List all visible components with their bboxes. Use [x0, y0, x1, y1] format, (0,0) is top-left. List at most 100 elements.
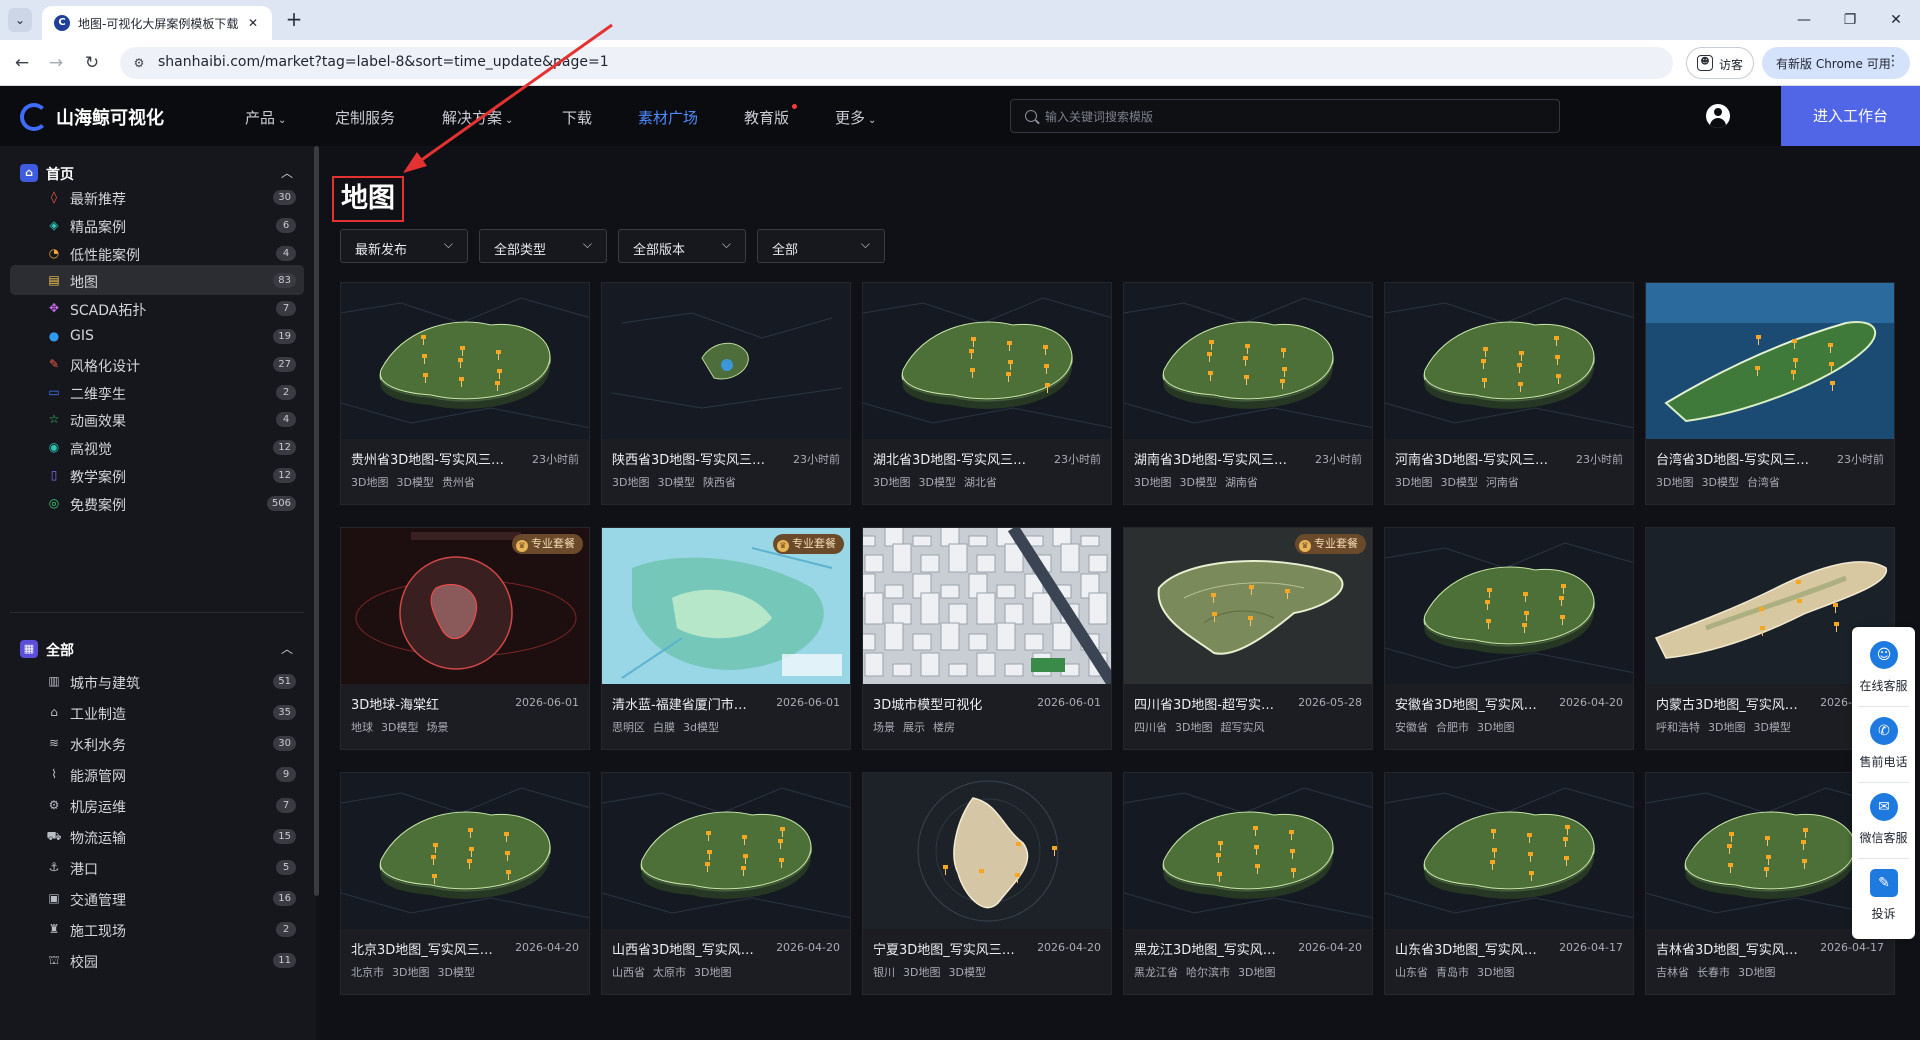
- sidebar-item[interactable]: ✎ 风格化设计 27: [10, 349, 304, 379]
- service-wechat[interactable]: ✉ 微信客服: [1852, 783, 1915, 859]
- filter-dropdown[interactable]: 全部类型 ⌵: [479, 229, 607, 263]
- tag[interactable]: 山西省: [612, 966, 645, 979]
- tag[interactable]: 3D模型: [1440, 476, 1477, 489]
- template-card[interactable]: 黑龙江3D地图_写实风… 2026-04-20 黑龙江省 哈尔滨市 3D地图: [1123, 772, 1373, 995]
- tag[interactable]: 思明区: [612, 721, 645, 734]
- template-card[interactable]: 3D城市模型可视化 2026-06-01 场景 展示 楼房: [862, 527, 1112, 750]
- tag[interactable]: 青岛市: [1436, 966, 1469, 979]
- sidebar-item[interactable]: ⌇ 能源管网 9: [10, 759, 304, 789]
- sidebar-item[interactable]: ⌂ 工业制造 35: [10, 697, 304, 727]
- card-title[interactable]: 河南省3D地图-写实风三维…: [1395, 449, 1560, 468]
- nav-education[interactable]: 教育版: [744, 107, 789, 128]
- tag[interactable]: 3D模型: [437, 966, 474, 979]
- tag[interactable]: 山东省: [1395, 966, 1428, 979]
- card-title[interactable]: 贵州省3D地图-写实风三维…: [351, 449, 516, 468]
- nav-more[interactable]: 更多 ⌄: [835, 107, 876, 128]
- template-card[interactable]: 宁夏3D地图_写实风三… 2026-04-20 银川 3D地图 3D模型: [862, 772, 1112, 995]
- template-thumbnail[interactable]: [1124, 283, 1372, 439]
- tag[interactable]: 3D模型: [918, 476, 955, 489]
- template-thumbnail[interactable]: [1385, 528, 1633, 684]
- sidebar-item[interactable]: ▯ 教学案例 12: [10, 460, 304, 490]
- search-input[interactable]: [1045, 106, 1545, 128]
- sidebar-item[interactable]: ◎ 免费案例 506: [10, 488, 304, 518]
- tag[interactable]: 3D模型: [381, 721, 418, 734]
- tag[interactable]: 合肥市: [1436, 721, 1469, 734]
- template-card[interactable]: 台湾省3D地图-写实风三维… 23小时前 3D地图 3D模型 台湾省: [1645, 282, 1895, 505]
- tag[interactable]: 3D地图: [903, 966, 940, 979]
- card-title[interactable]: 吉林省3D地图_写实风…: [1656, 939, 1821, 958]
- tag[interactable]: 3D地图: [351, 476, 388, 489]
- template-card[interactable]: 北京3D地图_写实风三… 2026-04-20 北京市 3D地图 3D模型: [340, 772, 590, 995]
- template-card[interactable]: 湖南省3D地图-写实风三维… 23小时前 3D地图 3D模型 湖南省: [1123, 282, 1373, 505]
- template-thumbnail[interactable]: [1124, 773, 1372, 929]
- service-phone[interactable]: ✆ 售前电话: [1852, 707, 1915, 783]
- sidebar-item[interactable]: ◊ 最新推荐 30: [10, 182, 304, 212]
- sidebar-item[interactable]: ≋ 水利水务 30: [10, 728, 304, 758]
- sidebar-item[interactable]: ◔ 低性能案例 4: [10, 238, 304, 268]
- tag[interactable]: 3D模型: [1179, 476, 1216, 489]
- filter-dropdown[interactable]: 全部 ⌵: [757, 229, 885, 263]
- card-title[interactable]: 四川省3D地图-超写实…: [1134, 694, 1299, 713]
- card-title[interactable]: 宁夏3D地图_写实风三…: [873, 939, 1038, 958]
- chrome-update-button[interactable]: 有新版 Chrome 可用 ⋮: [1762, 47, 1910, 79]
- tag[interactable]: 展示: [903, 721, 925, 734]
- tag[interactable]: 楼房: [933, 721, 955, 734]
- tab-search-chevron-icon[interactable]: ⌄: [8, 8, 32, 32]
- template-thumbnail[interactable]: [863, 773, 1111, 929]
- sidebar-item[interactable]: ▥ 城市与建筑 51: [10, 666, 304, 696]
- new-tab-icon[interactable]: +: [282, 8, 306, 32]
- tag[interactable]: 3D模型: [948, 966, 985, 979]
- card-title[interactable]: 台湾省3D地图-写实风三维…: [1656, 449, 1821, 468]
- template-thumbnail[interactable]: [1646, 283, 1894, 439]
- tag[interactable]: 3D地图: [873, 476, 910, 489]
- enter-workbench-button[interactable]: 进入工作台: [1781, 86, 1920, 146]
- window-maximize-icon[interactable]: ❐: [1836, 8, 1864, 32]
- card-title[interactable]: 山西省3D地图_写实风…: [612, 939, 777, 958]
- tag[interactable]: 长春市: [1697, 966, 1730, 979]
- tag[interactable]: 北京市: [351, 966, 384, 979]
- template-card[interactable]: 山西省3D地图_写实风… 2026-04-20 山西省 太原市 3D地图: [601, 772, 851, 995]
- tag[interactable]: 贵州省: [442, 476, 475, 489]
- forward-icon[interactable]: →: [44, 51, 68, 75]
- filter-dropdown[interactable]: 全部版本 ⌵: [618, 229, 746, 263]
- tag[interactable]: 3D地图: [1134, 476, 1171, 489]
- address-bar[interactable]: ⚙ shanhaibi.com/market?tag=label-8&sort=…: [120, 47, 1673, 79]
- sidebar-item[interactable]: ⚓ 港口 5: [10, 852, 304, 882]
- card-title[interactable]: 北京3D地图_写实风三…: [351, 939, 516, 958]
- template-card[interactable]: ♛ 专业套餐 3D地球-海棠红 2026-06-01 地球 3D模型 场景: [340, 527, 590, 750]
- tag[interactable]: 3D地图: [1738, 966, 1775, 979]
- template-thumbnail[interactable]: [602, 773, 850, 929]
- template-card[interactable]: ♛ 专业套餐 清水蓝-福建省厦门市… 2026-06-01 思明区 白膜 3d模型: [601, 527, 851, 750]
- tag[interactable]: 场景: [426, 721, 448, 734]
- collapse-chevron-icon[interactable]: ︿: [278, 640, 296, 658]
- tag[interactable]: 3D地图: [1708, 721, 1745, 734]
- card-title[interactable]: 湖北省3D地图-写实风三维…: [873, 449, 1038, 468]
- sidebar-item[interactable]: ♜ 施工现场 2: [10, 914, 304, 944]
- nav-products[interactable]: 产品 ⌄: [245, 107, 286, 128]
- tab-close-icon[interactable]: ✕: [244, 14, 262, 32]
- tag[interactable]: 太原市: [653, 966, 686, 979]
- card-title[interactable]: 内蒙古3D地图_写实风…: [1656, 694, 1821, 713]
- card-title[interactable]: 3D地球-海棠红: [351, 694, 516, 713]
- sidebar-item[interactable]: ◉ 高视觉 12: [10, 432, 304, 462]
- template-card[interactable]: 山东省3D地图_写实风… 2026-04-17 山东省 青岛市 3D地图: [1384, 772, 1634, 995]
- tag[interactable]: 3D地图: [694, 966, 731, 979]
- template-thumbnail[interactable]: [341, 773, 589, 929]
- template-card[interactable]: ♛ 专业套餐 四川省3D地图-超写实… 2026-05-28 四川省 3D地图 超写实风: [1123, 527, 1373, 750]
- template-thumbnail[interactable]: ♛ 专业套餐: [341, 528, 589, 684]
- sidebar-item[interactable]: ▣ 交通管理 16: [10, 883, 304, 913]
- tag[interactable]: 3D地图: [1477, 721, 1514, 734]
- reload-icon[interactable]: ↻: [80, 51, 104, 75]
- filter-dropdown[interactable]: 最新发布 ⌵: [340, 229, 468, 263]
- sidebar-item[interactable]: ☆ 动画效果 4: [10, 404, 304, 434]
- template-thumbnail[interactable]: [1385, 773, 1633, 929]
- back-icon[interactable]: ←: [10, 51, 34, 75]
- tag[interactable]: 3D地图: [392, 966, 429, 979]
- tag[interactable]: 3D地图: [612, 476, 649, 489]
- window-minimize-icon[interactable]: —: [1790, 8, 1818, 32]
- tag[interactable]: 超写实风: [1220, 721, 1264, 734]
- window-close-icon[interactable]: ✕: [1882, 8, 1910, 32]
- sidebar-item[interactable]: ▭ 二维孪生 2: [10, 377, 304, 407]
- tag[interactable]: 河南省: [1486, 476, 1519, 489]
- tag[interactable]: 3D地图: [1238, 966, 1275, 979]
